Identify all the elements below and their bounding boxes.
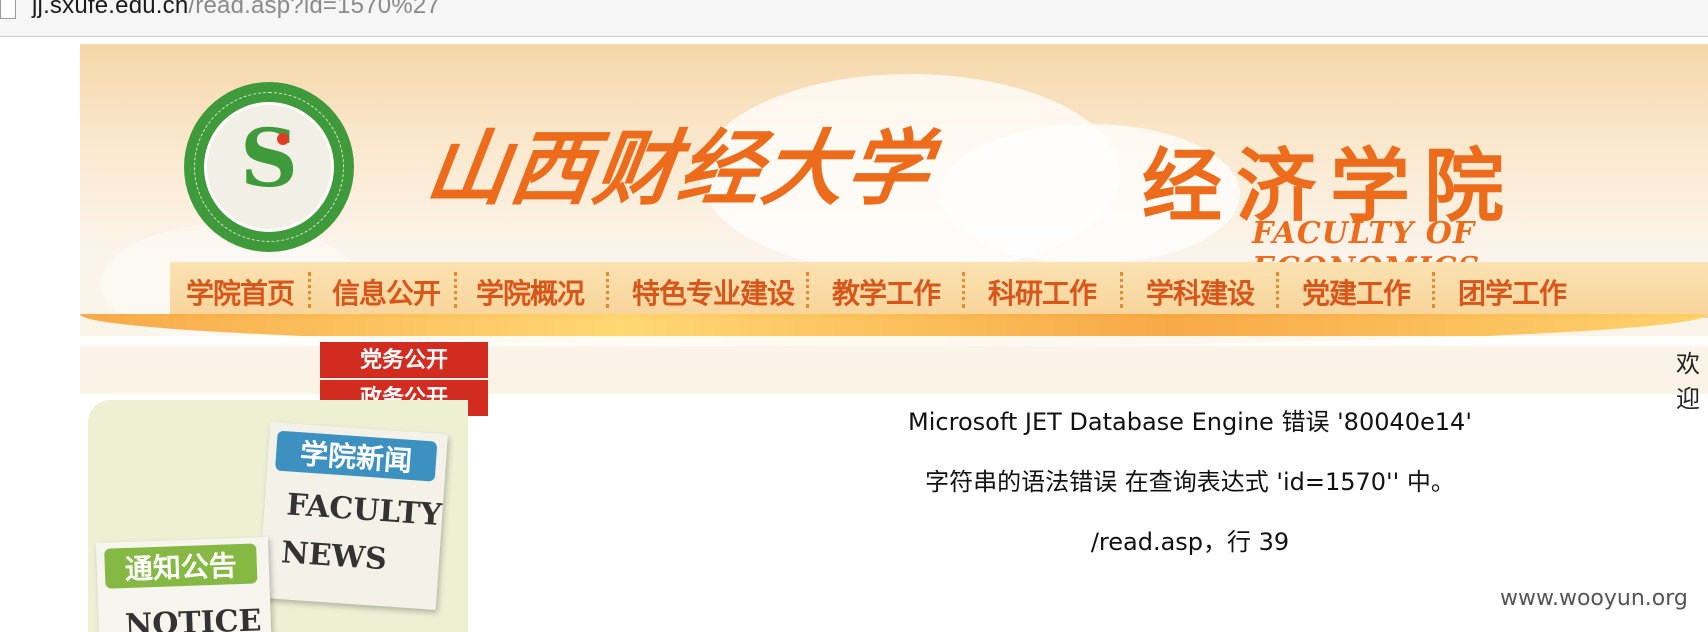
nav-separator xyxy=(962,272,965,308)
page-icon xyxy=(0,0,16,19)
nav-item-info-public[interactable]: 信息公开 xyxy=(332,272,441,310)
news-en-label: FACULTY xyxy=(285,487,443,534)
news-heading: 学院新闻 xyxy=(274,430,438,482)
main-nav: 学院首页 信息公开 学院概况 特色专业建设 教学工作 科研工作 学科建设 党建工… xyxy=(170,262,1708,318)
notice-en-label: NOTICE xyxy=(124,603,263,632)
nav-separator xyxy=(1276,272,1279,308)
nav-item-teaching[interactable]: 教学工作 xyxy=(832,272,941,310)
news-en-label: NEWS xyxy=(280,535,388,578)
nav-item-party[interactable]: 党建工作 xyxy=(1302,272,1411,310)
university-name: 山西财经大学 xyxy=(420,121,938,217)
nav-separator xyxy=(806,272,809,308)
nav-separator xyxy=(606,272,609,308)
address-bar[interactable]: jj.sxufe.edu.cn/read.asp?id=1570%27 xyxy=(0,0,1708,37)
nav-item-specialty[interactable]: 特色专业建设 xyxy=(632,272,795,310)
university-logo: S xyxy=(184,82,354,252)
dropdown-item-party-affairs[interactable]: 党务公开 xyxy=(320,342,488,378)
watermark: www.wooyun.org xyxy=(1500,586,1688,611)
notice-card[interactable]: 通知公告 NOTICE xyxy=(95,537,273,632)
nav-item-home[interactable]: 学院首页 xyxy=(186,272,295,310)
nav-separator xyxy=(1120,272,1123,308)
nav-separator xyxy=(454,272,457,308)
nav-item-research[interactable]: 科研工作 xyxy=(988,272,1097,310)
nav-item-overview[interactable]: 学院概况 xyxy=(476,272,585,310)
logo-emblem: S xyxy=(204,102,334,232)
error-message: 字符串的语法错误 在查询表达式 'id=1570'' 中。 xyxy=(925,468,1455,496)
welcome-text: 欢迎 xyxy=(1676,350,1700,413)
error-location: /read.asp，行 39 xyxy=(1090,528,1290,556)
sidebar-panel: 学院新闻 FACULTY NEWS 通知公告 NOTICE xyxy=(88,400,468,632)
news-card[interactable]: 学院新闻 FACULTY NEWS xyxy=(258,422,448,610)
notice-heading: 通知公告 xyxy=(104,543,258,589)
url-host: jj.sxufe.edu.cn xyxy=(32,0,189,19)
nav-item-youth[interactable]: 团学工作 xyxy=(1458,272,1567,310)
nav-separator xyxy=(1432,272,1435,308)
url-text[interactable]: jj.sxufe.edu.cn/read.asp?id=1570%27 xyxy=(32,0,440,20)
logo-s-icon: S xyxy=(240,111,298,205)
logo-dot-icon xyxy=(277,133,289,145)
error-title: Microsoft JET Database Engine 错误 '80040e… xyxy=(908,408,1472,436)
nav-item-discipline[interactable]: 学科建设 xyxy=(1146,272,1255,310)
nav-separator xyxy=(308,272,311,308)
url-path: /read.asp?id=1570%27 xyxy=(188,0,440,19)
